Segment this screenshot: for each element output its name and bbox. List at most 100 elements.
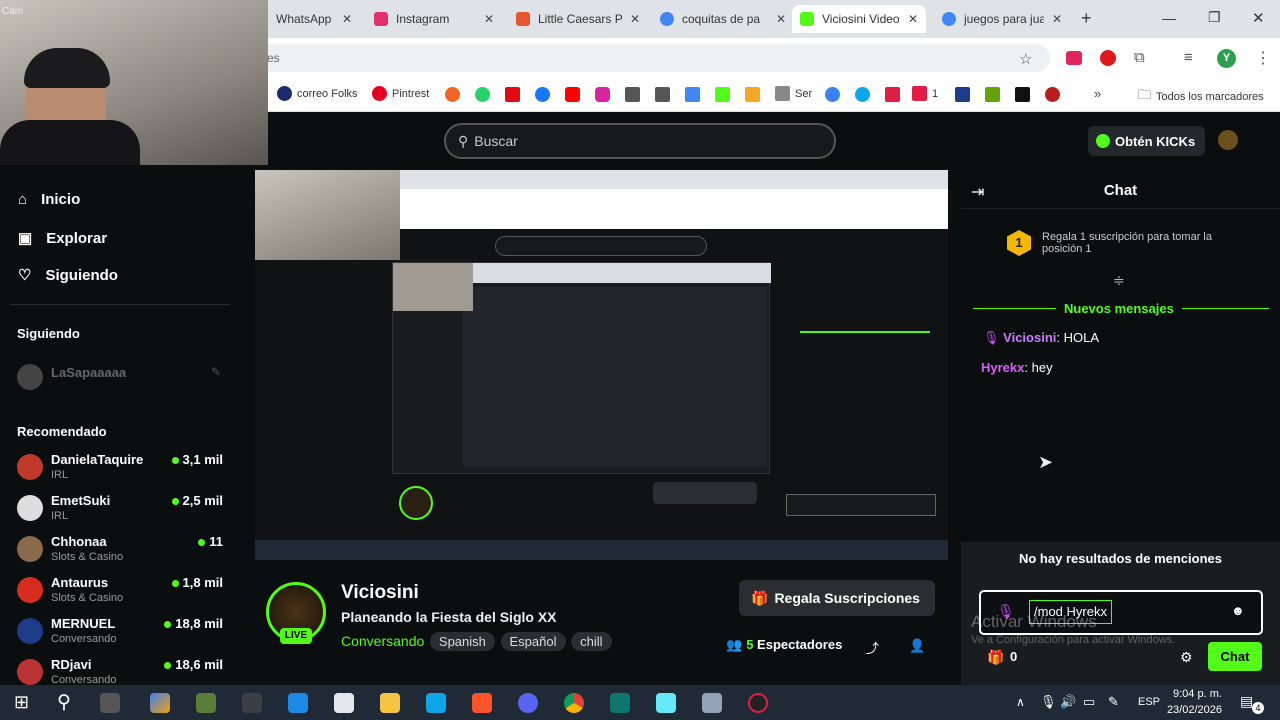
recommended-item[interactable]: Chhonaa Slots & Casino 11 xyxy=(17,534,227,570)
brave-icon[interactable] xyxy=(472,693,492,713)
bookmark-icon[interactable] xyxy=(985,87,1000,102)
close-icon[interactable]: ✕ xyxy=(1052,12,1062,26)
puzzle-icon[interactable]: ⧉ xyxy=(1134,49,1145,66)
clock-date[interactable]: 23/02/2026 xyxy=(1164,704,1222,716)
volume-icon[interactable]: 🔊 xyxy=(1060,694,1076,710)
network-icon[interactable]: ▭ xyxy=(1083,694,1095,710)
maximize-button[interactable]: ❐ xyxy=(1208,9,1221,26)
recommended-item[interactable]: RDjavi Conversando 18,6 mil xyxy=(17,657,227,685)
close-icon[interactable]: ✕ xyxy=(908,12,918,26)
opera-icon[interactable] xyxy=(1100,50,1116,66)
follow-icon[interactable]: 👤 xyxy=(909,638,925,654)
gift-box-icon[interactable]: 🎁 xyxy=(987,649,1004,666)
close-window-button[interactable]: ✕ xyxy=(1252,9,1265,27)
app-icon[interactable] xyxy=(426,693,446,713)
search-input[interactable]: ⚲ Buscar xyxy=(444,123,836,159)
minecraft-icon[interactable] xyxy=(196,693,216,713)
tab-whatsapp[interactable]: WhatsApp ✕ xyxy=(268,5,360,33)
youtube-icon[interactable] xyxy=(565,87,580,102)
chevron-up-icon[interactable]: ∧ xyxy=(1016,695,1025,709)
gift-prompt[interactable]: Regala 1 suscripción para tomar la posic… xyxy=(1042,231,1242,255)
nav-siguiendo[interactable]: ♡ Siguiendo xyxy=(18,266,118,285)
recommended-item[interactable]: Antaurus Slots & Casino 1,8 mil xyxy=(17,575,227,611)
minimize-button[interactable]: — xyxy=(1162,10,1176,26)
tab-viciosini[interactable]: Viciosini Video ✕ xyxy=(792,5,926,33)
following-item[interactable]: LaSapaaaaa ✎ xyxy=(17,362,227,398)
send-chat-button[interactable]: Chat xyxy=(1208,642,1262,671)
chrome-icon[interactable] xyxy=(564,693,584,713)
language-indicator[interactable]: ESP xyxy=(1138,696,1160,708)
bookmark-pintrest[interactable]: Pintrest xyxy=(372,86,429,101)
chat-username[interactable]: Hyrekx xyxy=(981,360,1024,375)
nav-explorar[interactable]: ▣ Explorar xyxy=(18,229,107,248)
tab-little-caesars[interactable]: Little Caesars P ✕ xyxy=(508,5,648,33)
app-icon[interactable] xyxy=(610,693,630,713)
close-icon[interactable]: ✕ xyxy=(484,12,494,26)
more-menu-icon[interactable]: ⋮ xyxy=(1255,48,1271,68)
pinned-icon[interactable]: ≑ xyxy=(1113,272,1125,289)
bookmark-icon[interactable] xyxy=(955,87,970,102)
new-tab-button[interactable]: + xyxy=(1081,8,1092,29)
bookmark-icon[interactable] xyxy=(625,87,640,102)
close-icon[interactable]: ✕ xyxy=(630,12,640,26)
bookmark-icon[interactable] xyxy=(885,87,900,102)
search-icon[interactable]: ⚲ xyxy=(57,691,71,714)
mic-icon[interactable]: 🎙 xyxy=(1040,694,1057,710)
share-icon[interactable]: ⤴ xyxy=(866,638,879,657)
extension-icon[interactable] xyxy=(1066,51,1082,65)
url-input[interactable]: es xyxy=(255,44,1050,72)
store-icon[interactable] xyxy=(288,693,308,713)
tag-pill[interactable]: chill xyxy=(571,632,612,651)
streamer-name[interactable]: Viciosini xyxy=(341,582,419,604)
bookmark-icon[interactable] xyxy=(655,87,670,102)
app-icon[interactable] xyxy=(656,693,676,713)
pen-icon[interactable]: ✎ xyxy=(1108,694,1119,710)
get-kicks-button[interactable]: Obtén KICKs xyxy=(1088,126,1205,156)
profile-avatar[interactable]: Y xyxy=(1217,49,1236,68)
app-icon[interactable] xyxy=(242,693,262,713)
video-player[interactable] xyxy=(255,170,948,560)
bookmark-icon[interactable] xyxy=(745,87,760,102)
media-icon[interactable]: ≡ xyxy=(1184,49,1193,66)
file-explorer-icon[interactable] xyxy=(380,693,400,713)
bookmark-icon[interactable] xyxy=(1045,87,1060,102)
bookmark-icon[interactable] xyxy=(475,87,490,102)
recommended-item[interactable]: EmetSuki IRL 2,5 mil xyxy=(17,493,227,529)
netflix-icon[interactable] xyxy=(505,87,520,102)
bookmark-icon[interactable] xyxy=(445,87,460,102)
instagram-icon[interactable] xyxy=(595,87,610,102)
bookmark-ser[interactable]: Ser xyxy=(775,86,812,101)
nav-inicio[interactable]: ⌂ Inicio xyxy=(18,191,80,208)
stream-category[interactable]: Conversando xyxy=(341,633,424,649)
star-icon[interactable]: ☆ xyxy=(1019,50,1032,68)
recommended-item[interactable]: DanielaTaquire IRL 3,1 mil xyxy=(17,452,227,488)
clock-time[interactable]: 9:04 p. m. xyxy=(1173,688,1222,700)
tag-pill[interactable]: Spanish xyxy=(429,632,495,651)
user-avatar[interactable] xyxy=(1218,130,1238,150)
settings-icon[interactable]: ⚙ xyxy=(1180,649,1193,666)
bookmark-icon[interactable] xyxy=(855,87,870,102)
windows-start-icon[interactable]: ⊞ xyxy=(14,692,29,713)
bookmark-1[interactable]: 1 xyxy=(912,86,938,101)
tab-juegos[interactable]: juegos para jua ✕ xyxy=(934,5,1070,33)
copilot-icon[interactable] xyxy=(150,693,170,713)
tab-coquitas[interactable]: coquitas de pa ✕ xyxy=(652,5,794,33)
recommended-item[interactable]: MERNUEL Conversando 18,8 mil xyxy=(17,616,227,652)
bookmark-correo[interactable]: correo Folks xyxy=(277,86,358,101)
tag-pill[interactable]: Español xyxy=(500,632,566,651)
kick-icon[interactable] xyxy=(715,87,730,102)
facebook-icon[interactable] xyxy=(535,87,550,102)
obs-icon[interactable] xyxy=(748,693,768,713)
chat-username[interactable]: Viciosini xyxy=(1003,330,1056,345)
translate-icon[interactable] xyxy=(685,87,700,102)
tiktok-icon[interactable] xyxy=(1015,87,1030,102)
discord-icon[interactable] xyxy=(518,693,538,713)
emoji-icon[interactable]: ☻ xyxy=(1231,603,1245,618)
task-view-icon[interactable] xyxy=(100,693,120,713)
chevron-right-icon[interactable]: » xyxy=(1094,86,1101,101)
close-icon[interactable]: ✕ xyxy=(776,12,786,26)
tab-instagram[interactable]: Instagram ✕ xyxy=(366,5,502,33)
all-bookmarks[interactable]: 🗀 Todos los marcadores xyxy=(1138,86,1264,108)
bookmark-icon[interactable] xyxy=(825,87,840,102)
calculator-icon[interactable] xyxy=(702,693,722,713)
